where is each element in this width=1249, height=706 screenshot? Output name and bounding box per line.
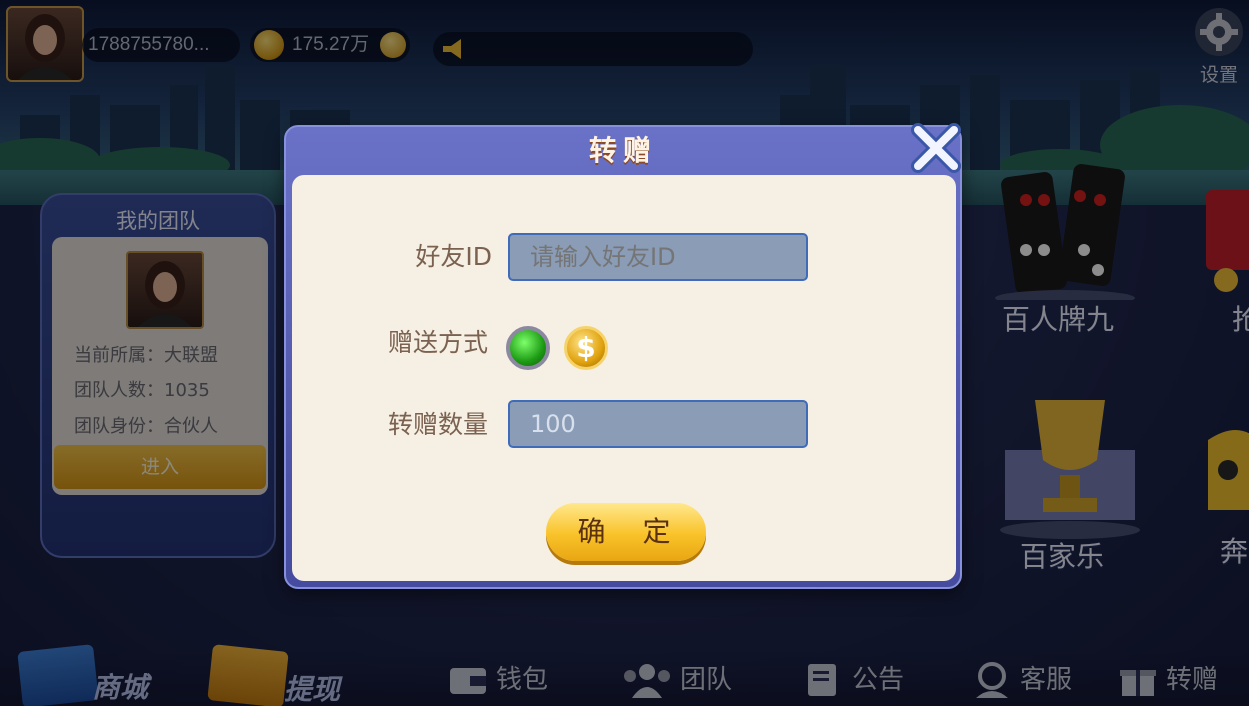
- close-icon: [911, 123, 961, 173]
- method-green-radio[interactable]: [506, 326, 550, 370]
- method-coin-radio[interactable]: $: [564, 326, 608, 370]
- confirm-button[interactable]: 确 定: [546, 503, 706, 561]
- friend-id-label: 好友ID: [415, 242, 492, 271]
- close-button[interactable]: [910, 122, 962, 174]
- amount-label: 转赠数量: [387, 410, 488, 439]
- friend-id-input[interactable]: [508, 233, 808, 281]
- dollar-coin-icon: $: [576, 331, 596, 364]
- transfer-dialog: 转赠 好友ID 赠送方式 $ 转赠数量 100 确 定: [284, 125, 962, 589]
- dialog-title: 转赠: [588, 134, 657, 167]
- dialog-body: 好友ID 赠送方式 $ 转赠数量 100 确 定: [292, 175, 956, 581]
- method-label: 赠送方式: [387, 328, 488, 357]
- amount-input[interactable]: 100: [508, 400, 808, 448]
